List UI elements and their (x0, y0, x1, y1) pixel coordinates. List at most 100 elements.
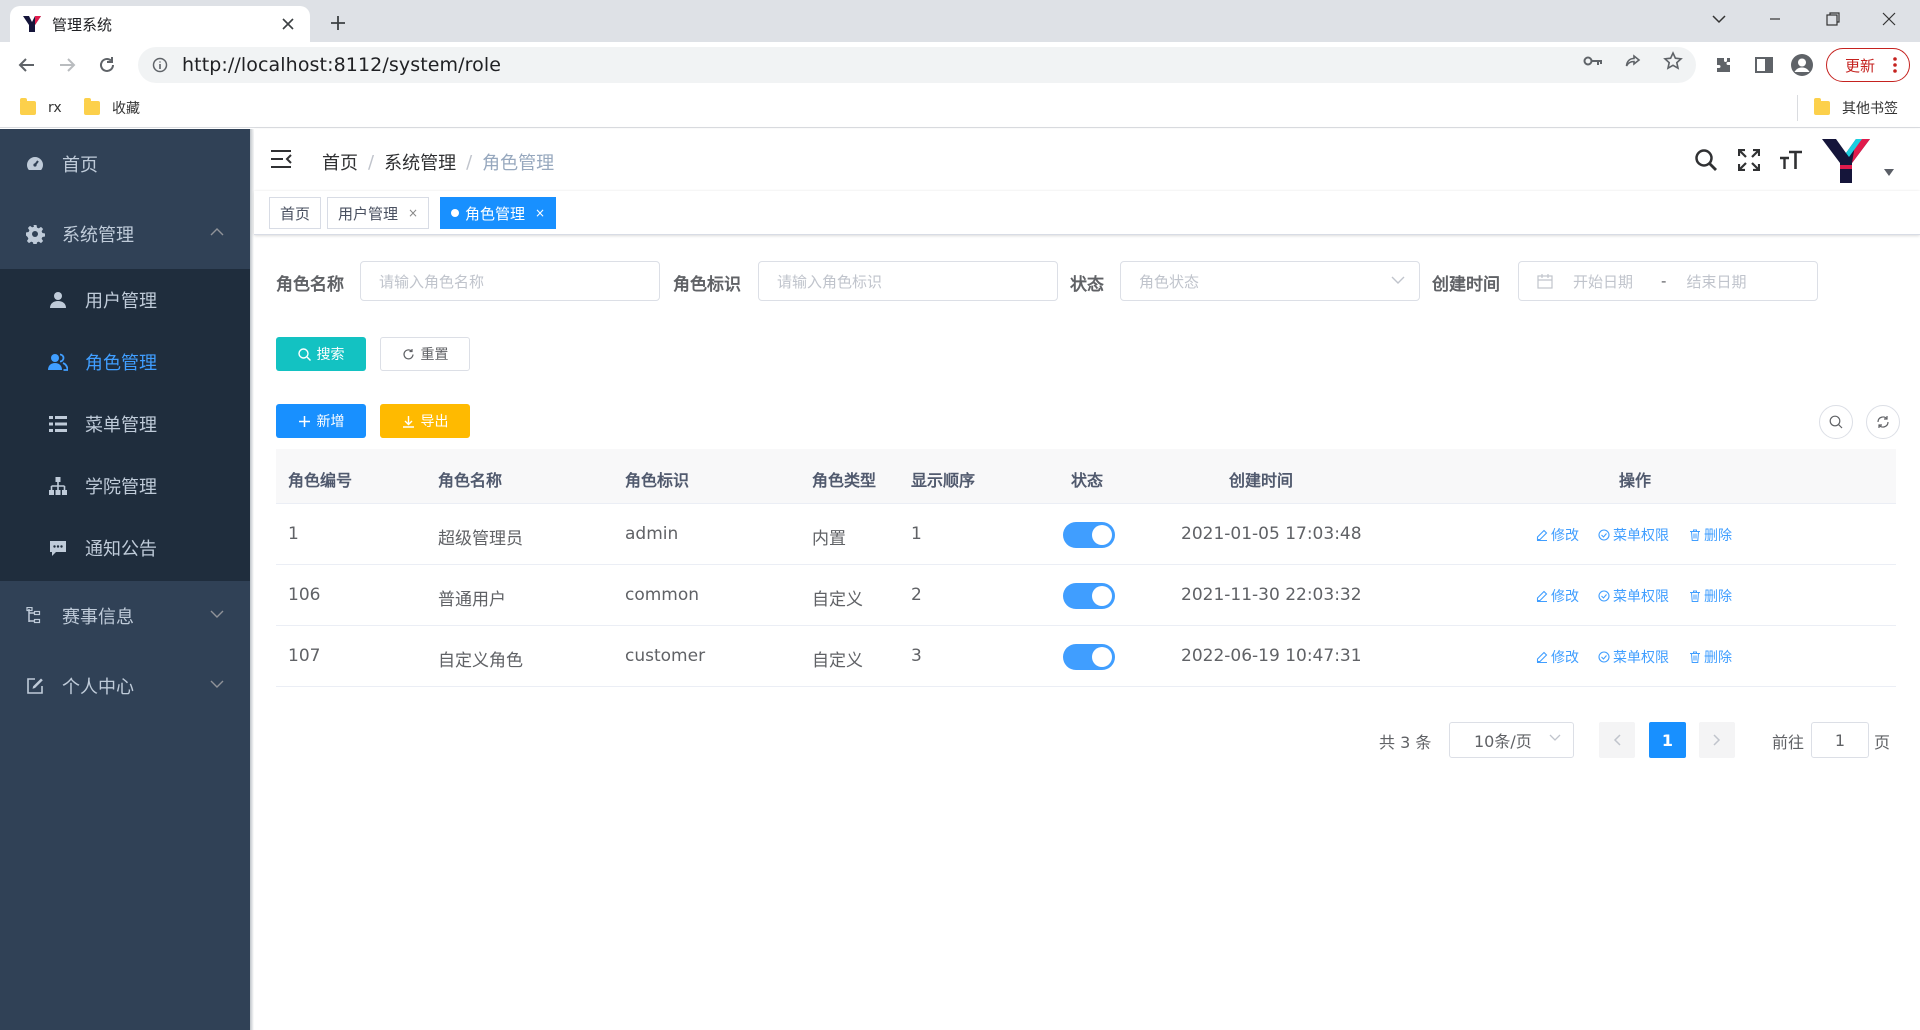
page-size-select[interactable]: 10条/页 (1449, 722, 1574, 758)
delete-link[interactable]: 删除 (1689, 525, 1732, 545)
bookmark-folder-rx[interactable]: rx (20, 96, 62, 120)
edit-link[interactable]: 修改 (1536, 586, 1579, 606)
edit-label: 修改 (1551, 589, 1579, 605)
role-id: 106 (288, 585, 321, 605)
menu-permission-link[interactable]: 菜单权限 (1598, 586, 1669, 606)
column-header: 角色标识 (625, 471, 690, 490)
tags-view: 首页 用户管理 × 角色管理 × (254, 191, 1920, 235)
navbar: 首页 / 系统管理 / 角色管理 (254, 129, 1920, 191)
close-tab-icon[interactable] (278, 14, 298, 34)
column-header: 角色编号 (288, 471, 353, 490)
role-name-input[interactable]: 请输入角色名称 (360, 261, 660, 301)
role-key-placeholder: 请输入角色标识 (777, 272, 883, 291)
add-role-button[interactable]: 新增 (276, 404, 366, 438)
edit-link[interactable]: 修改 (1536, 647, 1579, 667)
date-range-picker[interactable]: 开始日期 - 结束日期 (1518, 261, 1818, 301)
forward-icon[interactable] (52, 50, 82, 80)
delete-link[interactable]: 删除 (1689, 586, 1732, 606)
role-key: common (625, 585, 700, 605)
created-time: 2021-11-30 22:03:32 (1181, 585, 1362, 605)
avatar[interactable] (1820, 135, 1872, 185)
tab-search-icon[interactable] (1696, 0, 1742, 38)
bookmark-star-icon[interactable] (1662, 50, 1684, 72)
circle-check-icon (1598, 529, 1610, 541)
download-icon (402, 415, 415, 428)
menu-permission-link[interactable]: 菜单权限 (1598, 525, 1669, 545)
tab-roles[interactable]: 角色管理 × (440, 197, 557, 229)
prev-page-button[interactable] (1599, 722, 1635, 758)
back-icon[interactable] (12, 50, 42, 80)
page-number-current[interactable]: 1 (1649, 722, 1686, 758)
sidebar-item-notices[interactable]: 通知公告 (0, 517, 250, 579)
export-button[interactable]: 导出 (380, 404, 470, 438)
edit-link[interactable]: 修改 (1536, 525, 1579, 545)
password-key-icon[interactable] (1582, 50, 1604, 72)
sidebar-item-profile[interactable]: 个人中心 (0, 651, 250, 721)
tab-users[interactable]: 用户管理 × (327, 197, 430, 229)
breadcrumb-system: 系统管理 (384, 153, 457, 174)
close-window-icon[interactable] (1866, 0, 1912, 38)
caret-down-icon[interactable] (1884, 169, 1894, 176)
tag-label: 角色管理 (465, 204, 526, 223)
sidebar-item-menus[interactable]: 菜单管理 (0, 393, 250, 455)
status-switch[interactable] (1063, 644, 1115, 670)
fullscreen-icon[interactable] (1736, 147, 1762, 173)
folder-icon (84, 98, 100, 115)
delete-link[interactable]: 删除 (1689, 647, 1732, 667)
tab-home[interactable]: 首页 (269, 197, 322, 229)
sidebar-item-system[interactable]: 系统管理 (0, 199, 250, 269)
close-icon[interactable]: × (408, 206, 418, 220)
breadcrumb-home[interactable]: 首页 (322, 149, 358, 175)
search-icon[interactable] (1693, 147, 1719, 173)
system-submenu: 用户管理 角色管理 菜单管理 学院管理 通知公告 (0, 269, 250, 581)
status-placeholder: 角色状态 (1139, 272, 1200, 291)
browser-tab[interactable]: 管理系统 (10, 6, 310, 42)
close-icon[interactable]: × (535, 206, 545, 220)
side-panel-icon[interactable] (1752, 53, 1776, 77)
sidebar-item-users[interactable]: 用户管理 (0, 269, 250, 331)
sidebar-item-match[interactable]: 赛事信息 (0, 581, 250, 651)
restore-icon[interactable] (1810, 0, 1856, 38)
extensions-icon[interactable] (1712, 53, 1736, 77)
created-time: 2021-01-05 17:03:48 (1181, 524, 1362, 544)
other-bookmarks[interactable]: 其他书签 (1814, 96, 1898, 120)
minimize-icon[interactable] (1752, 0, 1798, 38)
reload-icon[interactable] (92, 50, 122, 80)
folder-icon (1814, 98, 1830, 115)
update-button[interactable]: 更新 (1826, 48, 1910, 82)
font-size-icon[interactable] (1778, 147, 1804, 173)
address-bar[interactable]: http://localhost:8112/system/role (138, 47, 1696, 83)
status-select[interactable]: 角色状态 (1120, 261, 1420, 301)
reset-button[interactable]: 重置 (380, 337, 470, 371)
breadcrumb-separator: / (466, 151, 473, 173)
url-text: http://localhost:8112/system/role (182, 54, 502, 76)
edit-icon (1536, 529, 1548, 541)
next-page-button[interactable] (1699, 722, 1735, 758)
role-name-placeholder: 请输入角色名称 (379, 272, 485, 291)
share-icon[interactable] (1622, 50, 1644, 72)
sidebar-item-colleges[interactable]: 学院管理 (0, 455, 250, 517)
new-tab-icon[interactable] (324, 9, 352, 37)
chevron-down-icon (1391, 275, 1405, 285)
refresh-table-button[interactable] (1866, 405, 1900, 439)
menu-permission-link[interactable]: 菜单权限 (1598, 647, 1669, 667)
perm-label: 菜单权限 (1613, 528, 1669, 544)
status-switch[interactable] (1063, 522, 1115, 548)
tag-label: 首页 (280, 204, 311, 223)
search-button[interactable]: 搜索 (276, 337, 366, 371)
range-separator: - (1661, 272, 1667, 290)
goto-page-input[interactable]: 1 (1811, 722, 1869, 758)
status-switch[interactable] (1063, 583, 1115, 609)
column-header: 角色类型 (812, 471, 877, 490)
site-info-icon[interactable] (152, 57, 168, 73)
column-header: 创建时间 (1229, 471, 1294, 490)
sidebar-item-home[interactable]: 首页 (0, 129, 250, 199)
table-header: 角色编号 角色名称 角色标识 角色类型 显示顺序 状态 创建时间 操作 (276, 449, 1896, 504)
bookmark-folder-favorites[interactable]: 收藏 (84, 96, 140, 120)
hamburger-icon[interactable] (270, 149, 292, 171)
sidebar-item-roles[interactable]: 角色管理 (0, 331, 250, 393)
profile-icon[interactable] (1790, 53, 1814, 77)
sidebar-item-label: 学院管理 (85, 477, 157, 498)
toggle-search-button[interactable] (1819, 405, 1853, 439)
role-key-input[interactable]: 请输入角色标识 (758, 261, 1058, 301)
